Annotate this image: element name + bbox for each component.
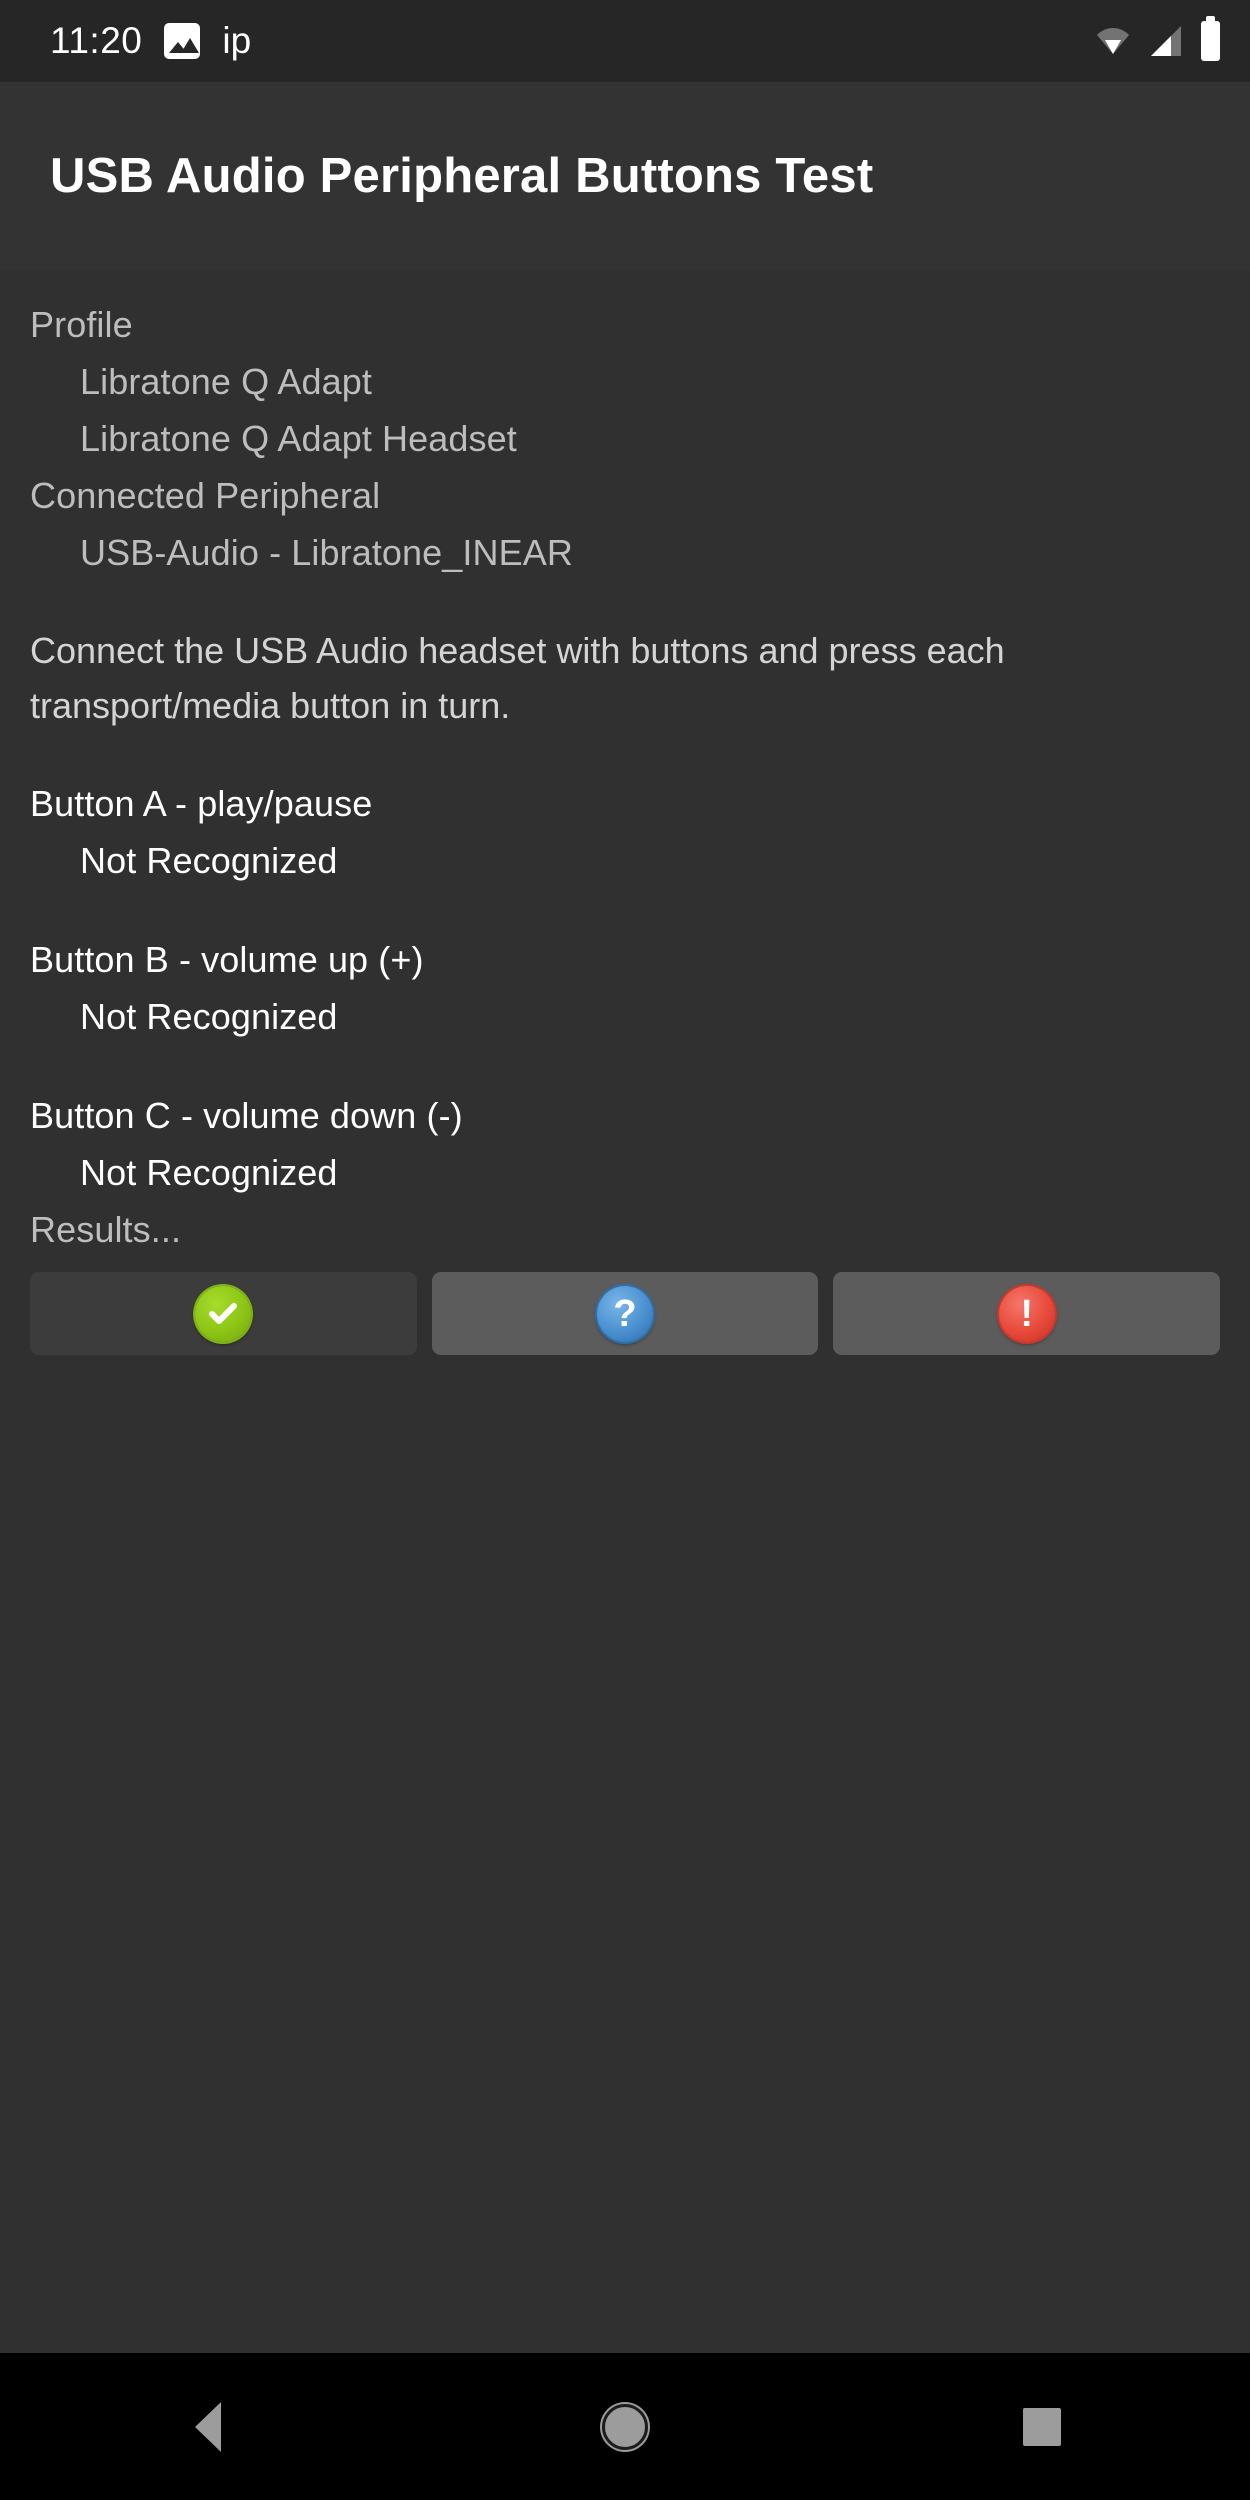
back-button[interactable] — [98, 2353, 318, 2500]
home-button[interactable] — [515, 2353, 735, 2500]
status-bar-right — [1095, 16, 1220, 61]
page-title: USB Audio Peripheral Buttons Test — [50, 149, 874, 203]
status-bar-notification-text: ip — [222, 20, 252, 61]
home-circle-icon — [601, 2403, 648, 2450]
info-button[interactable]: ? — [431, 1272, 819, 1355]
button-test-a: Button A - play/pause Not Recognized — [30, 775, 1220, 889]
main-content: Profile Libratone Q Adapt Libratone Q Ad… — [0, 270, 1250, 2353]
status-bar-left: 11:20 ip — [50, 20, 251, 62]
results-button-row: ? ! — [30, 1272, 1221, 1355]
button-test-a-status: Not Recognized — [80, 840, 338, 881]
profile-label: Profile — [30, 304, 133, 345]
profile-value-2: Libratone Q Adapt Headset — [80, 418, 517, 459]
navigation-bar — [0, 2353, 1250, 2500]
back-triangle-icon — [195, 2401, 222, 2452]
results-label: Results... — [30, 1209, 182, 1250]
check-circle-icon — [195, 1285, 252, 1342]
app-title-bar: USB Audio Peripheral Buttons Test — [0, 82, 1250, 270]
button-test-b-status: Not Recognized — [80, 996, 338, 1037]
exclamation-circle-icon: ! — [998, 1285, 1055, 1342]
connected-peripheral-value: USB-Audio - Libratone_INEAR — [80, 532, 573, 573]
image-icon — [164, 23, 201, 59]
profile-value-1: Libratone Q Adapt — [80, 361, 372, 402]
button-test-c-label: Button C - volume down (-) — [30, 1095, 463, 1136]
button-test-b-label: Button B - volume up (+) — [30, 939, 424, 980]
button-test-c: Button C - volume down (-) Not Recognize… — [30, 1087, 1220, 1201]
button-test-c-status: Not Recognized — [80, 1152, 338, 1193]
exclamation-mark-glyph: ! — [1020, 1292, 1033, 1335]
instructions-text: Connect the USB Audio headset with butto… — [30, 630, 1005, 726]
question-circle-icon: ? — [597, 1285, 653, 1342]
recents-button[interactable] — [932, 2353, 1152, 2500]
button-test-a-label: Button A - play/pause — [30, 783, 373, 824]
cellular-signal-icon — [1149, 25, 1183, 57]
connected-peripheral-label: Connected Peripheral — [30, 475, 381, 516]
fail-button[interactable]: ! — [833, 1272, 1221, 1355]
battery-icon — [1201, 16, 1220, 61]
question-mark-glyph: ? — [613, 1292, 637, 1335]
pass-button[interactable] — [30, 1272, 417, 1355]
recents-square-icon — [1022, 2407, 1061, 2446]
status-bar: 11:20 ip — [0, 0, 1250, 82]
wifi-icon — [1095, 26, 1131, 56]
button-test-b: Button B - volume up (+) Not Recognized — [30, 931, 1220, 1045]
status-bar-clock: 11:20 — [50, 20, 143, 61]
phone-screen: 11:20 ip USB Audio Peripheral Buttons Te… — [0, 0, 1250, 2500]
